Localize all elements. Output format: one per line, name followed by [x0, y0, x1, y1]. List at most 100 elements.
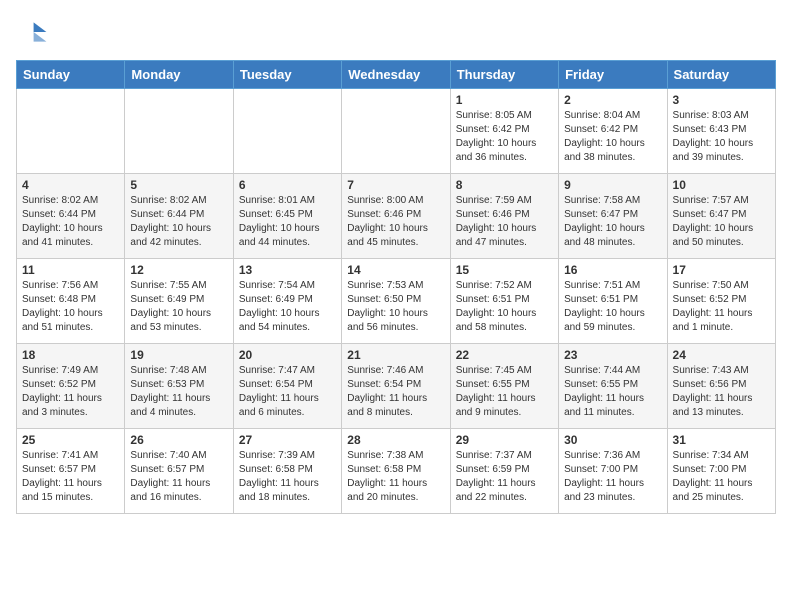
day-number: 13: [239, 263, 336, 277]
day-cell: 7 Sunrise: 8:00 AM Sunset: 6:46 PM Daylig…: [342, 174, 450, 259]
day-cell: 20Sunrise: 7:47 AM Sunset: 6:54 PM Dayli…: [233, 344, 341, 429]
day-info: Sunrise: 7:57 AM Sunset: 6:47 PM Dayligh…: [673, 194, 770, 250]
day-number: 9: [564, 178, 661, 192]
day-cell: 23Sunrise: 7:44 AM Sunset: 6:55 PM Dayli…: [559, 344, 667, 429]
day-cell: 10 Sunrise: 7:57 AM Sunset: 6:47 PM Dayli…: [667, 174, 775, 259]
day-number: 14: [347, 263, 444, 277]
logo: [16, 16, 52, 48]
day-cell: 14 Sunrise: 7:53 AM Sunset: 6:50 PM Dayli…: [342, 259, 450, 344]
header-wednesday: Wednesday: [342, 61, 450, 89]
day-number: 30: [564, 433, 661, 447]
day-cell: [342, 89, 450, 174]
day-cell: [233, 89, 341, 174]
day-info: Sunrise: 8:02 AM Sunset: 6:44 PM Dayligh…: [22, 194, 119, 250]
day-cell: 19 Sunrise: 7:48 AM Sunset: 6:53 PM Dayli…: [125, 344, 233, 429]
header-saturday: Saturday: [667, 61, 775, 89]
day-info: Sunrise: 7:36 AM Sunset: 7:00 PM Dayligh…: [564, 449, 661, 505]
day-number: 22: [456, 348, 553, 362]
day-cell: 18Sunrise: 7:49 AM Sunset: 6:52 PM Dayli…: [17, 344, 125, 429]
day-info: Sunrise: 7:56 AM Sunset: 6:48 PM Dayligh…: [22, 279, 119, 335]
calendar-table: SundayMondayTuesdayWednesdayThursdayFrid…: [16, 60, 776, 514]
day-number: 16: [564, 263, 661, 277]
day-info: Sunrise: 7:52 AM Sunset: 6:51 PM Dayligh…: [456, 279, 553, 335]
day-info: Sunrise: 7:48 AM Sunset: 6:53 PM Dayligh…: [130, 364, 227, 420]
day-number: 7: [347, 178, 444, 192]
day-number: 31: [673, 433, 770, 447]
day-info: Sunrise: 7:50 AM Sunset: 6:52 PM Dayligh…: [673, 279, 770, 335]
day-cell: 6 Sunrise: 8:01 AM Sunset: 6:45 PM Daylig…: [233, 174, 341, 259]
day-number: 24: [673, 348, 770, 362]
day-info: Sunrise: 7:49 AM Sunset: 6:52 PM Dayligh…: [22, 364, 119, 420]
day-info: Sunrise: 7:58 AM Sunset: 6:47 PM Dayligh…: [564, 194, 661, 250]
day-info: Sunrise: 8:02 AM Sunset: 6:44 PM Dayligh…: [130, 194, 227, 250]
day-info: Sunrise: 7:53 AM Sunset: 6:50 PM Dayligh…: [347, 279, 444, 335]
day-cell: 5 Sunrise: 8:02 AM Sunset: 6:44 PM Daylig…: [125, 174, 233, 259]
header-thursday: Thursday: [450, 61, 558, 89]
day-info: Sunrise: 8:04 AM Sunset: 6:42 PM Dayligh…: [564, 109, 661, 165]
day-number: 21: [347, 348, 444, 362]
day-number: 8: [456, 178, 553, 192]
day-number: 17: [673, 263, 770, 277]
day-number: 29: [456, 433, 553, 447]
day-info: Sunrise: 8:01 AM Sunset: 6:45 PM Dayligh…: [239, 194, 336, 250]
day-info: Sunrise: 7:46 AM Sunset: 6:54 PM Dayligh…: [347, 364, 444, 420]
day-number: 12: [130, 263, 227, 277]
day-info: Sunrise: 7:55 AM Sunset: 6:49 PM Dayligh…: [130, 279, 227, 335]
day-number: 3: [673, 93, 770, 107]
day-info: Sunrise: 7:59 AM Sunset: 6:46 PM Dayligh…: [456, 194, 553, 250]
day-cell: 27 Sunrise: 7:39 AM Sunset: 6:58 PM Dayli…: [233, 429, 341, 514]
week-row-3: 11Sunrise: 7:56 AM Sunset: 6:48 PM Dayli…: [17, 259, 776, 344]
day-cell: [17, 89, 125, 174]
day-number: 6: [239, 178, 336, 192]
day-cell: 30 Sunrise: 7:36 AM Sunset: 7:00 PM Dayli…: [559, 429, 667, 514]
header-sunday: Sunday: [17, 61, 125, 89]
day-cell: 21 Sunrise: 7:46 AM Sunset: 6:54 PM Dayli…: [342, 344, 450, 429]
day-cell: 15 Sunrise: 7:52 AM Sunset: 6:51 PM Dayli…: [450, 259, 558, 344]
day-cell: 16 Sunrise: 7:51 AM Sunset: 6:51 PM Dayli…: [559, 259, 667, 344]
header-monday: Monday: [125, 61, 233, 89]
day-number: 26: [130, 433, 227, 447]
day-number: 15: [456, 263, 553, 277]
day-cell: 3 Sunrise: 8:03 AM Sunset: 6:43 PM Daylig…: [667, 89, 775, 174]
day-info: Sunrise: 7:51 AM Sunset: 6:51 PM Dayligh…: [564, 279, 661, 335]
week-row-2: 4 Sunrise: 8:02 AM Sunset: 6:44 PM Daylig…: [17, 174, 776, 259]
day-number: 4: [22, 178, 119, 192]
day-cell: 4 Sunrise: 8:02 AM Sunset: 6:44 PM Daylig…: [17, 174, 125, 259]
day-info: Sunrise: 7:43 AM Sunset: 6:56 PM Dayligh…: [673, 364, 770, 420]
day-cell: 1Sunrise: 8:05 AM Sunset: 6:42 PM Daylig…: [450, 89, 558, 174]
day-cell: 26Sunrise: 7:40 AM Sunset: 6:57 PM Dayli…: [125, 429, 233, 514]
page-header: [16, 16, 776, 48]
day-info: Sunrise: 7:41 AM Sunset: 6:57 PM Dayligh…: [22, 449, 119, 505]
day-cell: 13 Sunrise: 7:54 AM Sunset: 6:49 PM Dayli…: [233, 259, 341, 344]
header-friday: Friday: [559, 61, 667, 89]
day-info: Sunrise: 7:37 AM Sunset: 6:59 PM Dayligh…: [456, 449, 553, 505]
calendar-header-row: SundayMondayTuesdayWednesdayThursdayFrid…: [17, 61, 776, 89]
day-info: Sunrise: 7:54 AM Sunset: 6:49 PM Dayligh…: [239, 279, 336, 335]
day-info: Sunrise: 8:00 AM Sunset: 6:46 PM Dayligh…: [347, 194, 444, 250]
day-info: Sunrise: 7:38 AM Sunset: 6:58 PM Dayligh…: [347, 449, 444, 505]
day-info: Sunrise: 7:45 AM Sunset: 6:55 PM Dayligh…: [456, 364, 553, 420]
day-number: 10: [673, 178, 770, 192]
day-number: 27: [239, 433, 336, 447]
day-info: Sunrise: 7:39 AM Sunset: 6:58 PM Dayligh…: [239, 449, 336, 505]
day-cell: 8 Sunrise: 7:59 AM Sunset: 6:46 PM Daylig…: [450, 174, 558, 259]
header-tuesday: Tuesday: [233, 61, 341, 89]
day-number: 2: [564, 93, 661, 107]
week-row-1: 1Sunrise: 8:05 AM Sunset: 6:42 PM Daylig…: [17, 89, 776, 174]
logo-icon: [16, 16, 48, 48]
day-number: 23: [564, 348, 661, 362]
day-cell: 31Sunrise: 7:34 AM Sunset: 7:00 PM Dayli…: [667, 429, 775, 514]
day-number: 28: [347, 433, 444, 447]
day-number: 1: [456, 93, 553, 107]
day-cell: 28 Sunrise: 7:38 AM Sunset: 6:58 PM Dayli…: [342, 429, 450, 514]
day-info: Sunrise: 8:03 AM Sunset: 6:43 PM Dayligh…: [673, 109, 770, 165]
day-cell: 25 Sunrise: 7:41 AM Sunset: 6:57 PM Dayli…: [17, 429, 125, 514]
day-number: 25: [22, 433, 119, 447]
day-info: Sunrise: 7:47 AM Sunset: 6:54 PM Dayligh…: [239, 364, 336, 420]
week-row-5: 25 Sunrise: 7:41 AM Sunset: 6:57 PM Dayli…: [17, 429, 776, 514]
day-cell: 22 Sunrise: 7:45 AM Sunset: 6:55 PM Dayli…: [450, 344, 558, 429]
week-row-4: 18Sunrise: 7:49 AM Sunset: 6:52 PM Dayli…: [17, 344, 776, 429]
day-number: 19: [130, 348, 227, 362]
day-cell: [125, 89, 233, 174]
day-number: 5: [130, 178, 227, 192]
